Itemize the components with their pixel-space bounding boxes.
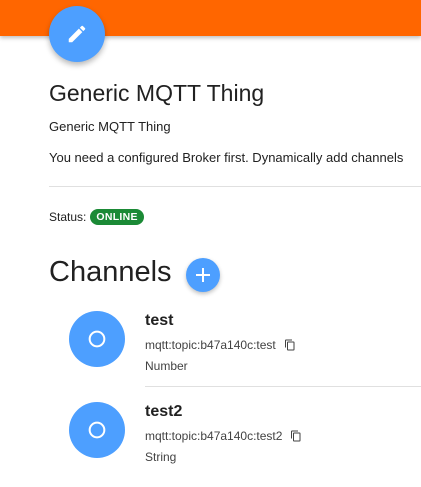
status-row: Status: ONLINE (49, 209, 144, 225)
channel-name: test2 (145, 403, 183, 420)
plus-icon (196, 268, 210, 282)
copy-icon[interactable] (290, 430, 302, 442)
channel-name: test (145, 312, 174, 329)
channel-list-item[interactable]: test mqtt:topic:b47a140c:test Number (69, 310, 421, 390)
thing-subtitle: Generic MQTT Thing (49, 119, 171, 134)
pencil-icon (68, 25, 86, 43)
thing-status-message: You need a configured Broker first. Dyna… (49, 150, 404, 165)
thing-details-page: Generic MQTT Thing Generic MQTT Thing Yo… (0, 0, 421, 487)
channel-uid-row: mqtt:topic:b47a140c:test2 (145, 429, 302, 443)
status-badge: ONLINE (90, 209, 144, 225)
channel-list-item[interactable]: test2 mqtt:topic:b47a140c:test2 String (69, 401, 421, 481)
circle-outline-icon (88, 421, 106, 439)
channel-avatar (69, 402, 125, 458)
channel-avatar (69, 311, 125, 367)
channel-uid-row: mqtt:topic:b47a140c:test (145, 338, 296, 352)
edit-thing-button[interactable] (49, 6, 105, 62)
channel-item-type: Number (145, 359, 188, 373)
channel-divider (145, 386, 421, 387)
channel-uid: mqtt:topic:b47a140c:test2 (145, 429, 283, 443)
status-label: Status: (49, 210, 87, 224)
section-divider (49, 186, 421, 187)
circle-outline-icon (88, 330, 106, 348)
channel-uid: mqtt:topic:b47a140c:test (145, 338, 276, 352)
add-channel-button[interactable] (186, 258, 220, 292)
channel-item-type: String (145, 450, 177, 464)
copy-icon[interactable] (284, 339, 296, 351)
thing-title: Generic MQTT Thing (49, 80, 265, 106)
channels-heading: Channels (49, 256, 172, 288)
